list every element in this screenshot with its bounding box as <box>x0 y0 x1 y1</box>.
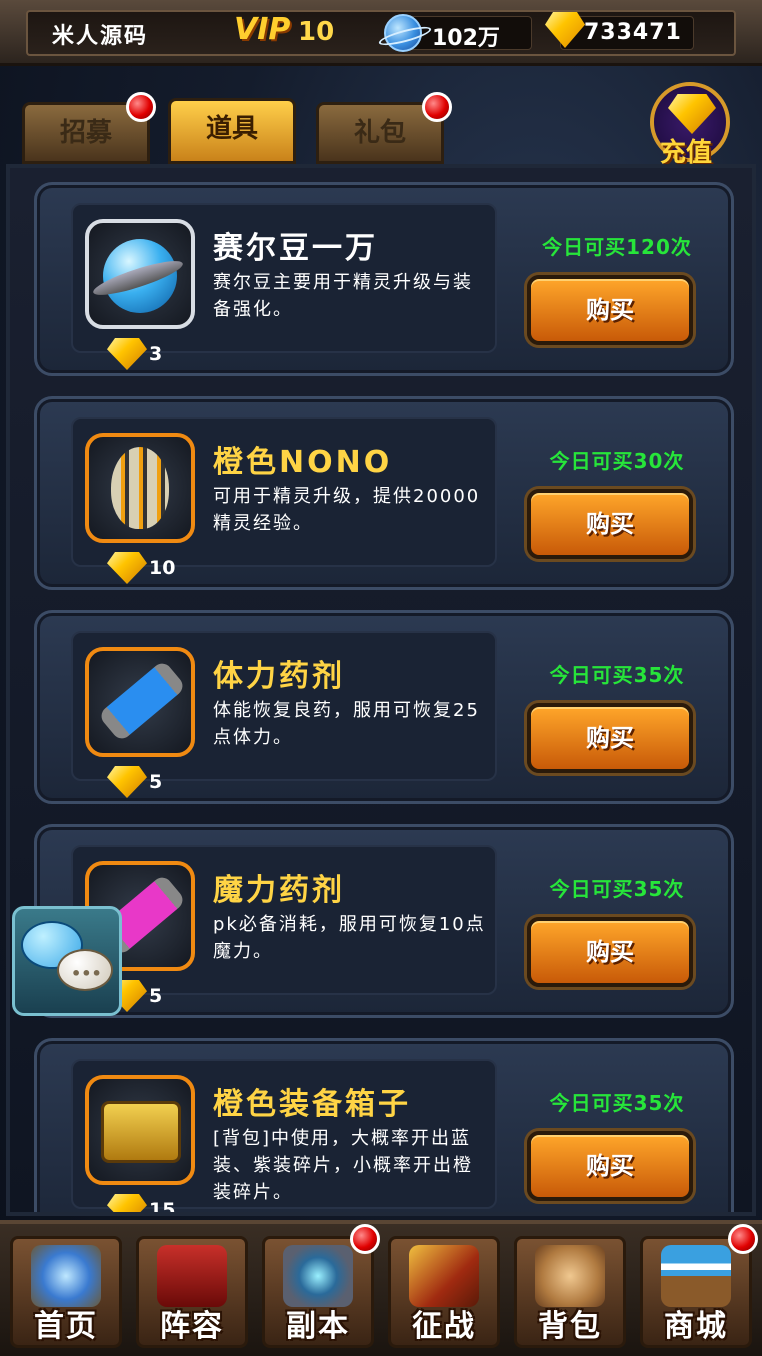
item-card: 魔力药剂 pk必备消耗，服用可恢复10点魔力。 5 今日可买35次 购买 <box>34 824 734 1018</box>
item-card: 橙色装备箱子 [背包]中使用，大概率开出蓝装、紫装碎片，小概率开出橙装碎片。 1… <box>34 1038 734 1216</box>
item-price: 10 <box>107 551 175 585</box>
recharge-gem-icon <box>668 94 716 134</box>
item-price-value: 15 <box>149 1199 176 1216</box>
item-card: 体力药剂 体能恢复良药，服用可恢复25点体力。 5 今日可买35次 购买 <box>34 610 734 804</box>
buy-button[interactable]: 购买 <box>527 275 693 345</box>
item-price-value: 5 <box>149 985 163 1007</box>
buy-button[interactable]: 购买 <box>527 1131 693 1201</box>
chat-button[interactable]: ••• <box>12 906 122 1016</box>
nav-home[interactable]: 首页 <box>10 1236 122 1348</box>
gem-icon <box>107 552 147 584</box>
nav-shop-badge <box>728 1224 758 1254</box>
item-name: 赛尔豆一万 <box>213 231 378 266</box>
gem-icon <box>107 766 147 798</box>
tab-recruit-badge <box>126 92 156 122</box>
nav-shop-label: 商城 <box>664 1309 728 1344</box>
daily-limit: 今日可买35次 <box>549 877 685 901</box>
tab-items-label: 道具 <box>205 114 258 144</box>
daily-limit: 今日可买120次 <box>542 235 692 259</box>
item-name: 橙色NONO <box>213 445 393 480</box>
nav-lineup-label: 阵容 <box>160 1309 224 1344</box>
orange-egg-icon[interactable] <box>85 433 195 543</box>
nav-lineup[interactable]: 阵容 <box>136 1236 248 1348</box>
daily-limit: 今日可买30次 <box>549 449 685 473</box>
equipment-chest-icon[interactable] <box>85 1075 195 1185</box>
ellipsis-icon: ••• <box>71 964 102 983</box>
shop-icon <box>661 1245 731 1307</box>
tab-gift-pack-badge <box>422 92 452 122</box>
item-card: 赛尔豆一万 赛尔豆主要用于精灵升级与装备强化。 3 今日可买120次 购买 <box>34 182 734 376</box>
item-price-value: 3 <box>149 343 163 365</box>
item-price: 3 <box>107 337 162 371</box>
nav-battle[interactable]: 征战 <box>388 1236 500 1348</box>
vip-badge: VIP <box>234 12 291 47</box>
nav-shop[interactable]: 商城 <box>640 1236 752 1348</box>
gem-icon <box>107 1194 147 1212</box>
blue-disk-icon[interactable] <box>85 219 195 329</box>
nav-home-label: 首页 <box>34 1309 98 1344</box>
dungeon-icon <box>283 1245 353 1307</box>
nav-dungeon-label: 副本 <box>286 1309 350 1344</box>
item-description: 体能恢复良药，服用可恢复25点体力。 <box>213 700 480 748</box>
item-price-value: 5 <box>149 771 163 793</box>
tab-recruit-label: 招募 <box>59 118 112 148</box>
battle-icon <box>409 1245 479 1307</box>
player-name: 米人源码 <box>52 24 149 49</box>
item-description: 赛尔豆主要用于精灵升级与装备强化。 <box>213 272 473 320</box>
item-price-value: 10 <box>149 557 176 579</box>
buy-button[interactable]: 购买 <box>527 489 693 559</box>
buy-button[interactable]: 购买 <box>527 703 693 773</box>
item-name: 体力药剂 <box>213 659 345 694</box>
nav-bag[interactable]: 背包 <box>514 1236 626 1348</box>
item-name: 橙色装备箱子 <box>213 1087 411 1122</box>
item-description: pk必备消耗，服用可恢复10点魔力。 <box>213 914 486 962</box>
shop-item-list[interactable]: 赛尔豆一万 赛尔豆主要用于精灵升级与装备强化。 3 今日可买120次 购买 橙色… <box>6 164 756 1216</box>
item-price: 15 <box>107 1193 176 1216</box>
coin-amount: 102万 <box>432 26 500 51</box>
bag-icon <box>535 1245 605 1307</box>
daily-limit: 今日可买35次 <box>549 1091 685 1115</box>
item-card: 橙色NONO 可用于精灵升级，提供20000精灵经验。 10 今日可买30次 购… <box>34 396 734 590</box>
lineup-icon <box>157 1245 227 1307</box>
gem-amount: 733471 <box>584 20 682 45</box>
tab-items[interactable]: 道具 <box>168 98 296 164</box>
daily-limit: 今日可买35次 <box>549 663 685 687</box>
nav-dungeon-badge <box>350 1224 380 1254</box>
nav-bag-label: 背包 <box>538 1309 602 1344</box>
planet-coin-icon <box>384 14 422 52</box>
blue-potion-icon[interactable] <box>85 647 195 757</box>
item-price: 5 <box>107 765 162 799</box>
nav-battle-label: 征战 <box>412 1309 476 1344</box>
item-name: 魔力药剂 <box>213 873 345 908</box>
home-icon <box>31 1245 101 1307</box>
item-description: 可用于精灵升级，提供20000精灵经验。 <box>213 486 481 534</box>
nav-dungeon[interactable]: 副本 <box>262 1236 374 1348</box>
vip-level: 10 <box>298 17 335 47</box>
gem-icon <box>107 338 147 370</box>
tab-gift-pack-label: 礼包 <box>353 118 406 148</box>
buy-button[interactable]: 购买 <box>527 917 693 987</box>
item-description: [背包]中使用，大概率开出蓝装、紫装碎片，小概率开出橙装碎片。 <box>213 1128 473 1203</box>
